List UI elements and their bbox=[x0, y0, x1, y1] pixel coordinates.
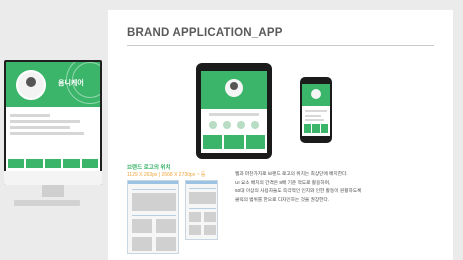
keyboard bbox=[14, 200, 80, 206]
description-line: 웹과 마찬가지로 브랜드 로고의 위치는 최상단에 배치한다. bbox=[235, 171, 348, 176]
tablet-menu-strip bbox=[203, 135, 265, 149]
imac-screen: 옴니케어 bbox=[6, 62, 100, 171]
phone-mockup bbox=[300, 77, 332, 143]
title-divider bbox=[127, 45, 434, 46]
tablet-hero-banner bbox=[201, 71, 267, 109]
phone-profile-photo bbox=[311, 89, 321, 99]
page-title: BRAND APPLICATION_APP bbox=[127, 27, 283, 39]
description-text: 웹과 마찬가지로 브랜드 로고의 위치는 최상단에 배치한다. UI 요소 배치… bbox=[235, 170, 405, 204]
imac-mockup: 옴니케어 bbox=[4, 60, 102, 210]
logo-position-sizes: 1129 X 263px | 2668 X 2730px ~ 등 bbox=[127, 172, 206, 178]
wireframe-tablet bbox=[127, 180, 179, 254]
imac-bezel: 옴니케어 bbox=[4, 60, 102, 185]
left-panel: 옴니케어 bbox=[0, 0, 108, 260]
imac-menu-strip bbox=[8, 159, 99, 168]
description-line: 클릭의 범위를 한으로 디자인하는 것을 권장한다. bbox=[235, 196, 330, 202]
tablet-profile-photo bbox=[225, 79, 243, 97]
wireframe-phone bbox=[185, 180, 218, 240]
imac-hero-banner: 옴니케어 bbox=[6, 62, 100, 107]
logo-position-title: 브랜드 로고의 위치 bbox=[127, 165, 171, 171]
phone-menu-strip bbox=[304, 124, 328, 133]
imac-hero-title: 옴니케어 bbox=[58, 80, 84, 87]
imac-content bbox=[10, 114, 96, 138]
imac-chin bbox=[4, 171, 102, 185]
imac-stand bbox=[42, 185, 64, 197]
phone-screen bbox=[302, 84, 330, 136]
phone-hero-banner bbox=[302, 84, 330, 106]
tablet-icon-row bbox=[209, 121, 259, 131]
tablet-mockup bbox=[196, 63, 272, 159]
description-line: 50대 이상의 사용자들도 즉각적인 인지와 인한 활동이 원활하도록 bbox=[235, 188, 362, 193]
tablet-screen bbox=[201, 71, 267, 153]
profile-photo bbox=[16, 70, 46, 100]
description-line: UI 요소 배치의 간격은 8배 기준 적도로 활용하며, bbox=[235, 179, 331, 185]
